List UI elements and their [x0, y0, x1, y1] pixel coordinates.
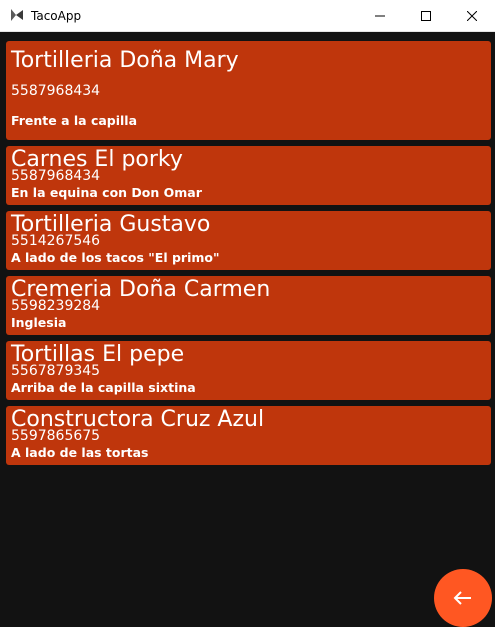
contact-card[interactable]: Tortillas El pepe 5567879345 Arriba de l… — [6, 341, 491, 400]
contact-name: Tortilleria Doña Mary — [11, 48, 239, 73]
contact-address: En la equina con Don Omar — [11, 185, 202, 200]
contact-phone: 5597865675 — [11, 428, 101, 444]
minimize-button[interactable] — [357, 0, 403, 31]
close-button[interactable] — [449, 0, 495, 31]
contact-phone: 5587968434 — [11, 168, 101, 184]
contact-card[interactable]: Carnes El porky 5587968434 En la equina … — [6, 146, 491, 205]
contact-address: Inglesia — [11, 315, 67, 330]
arrow-left-icon — [453, 591, 471, 605]
minimize-icon — [375, 15, 385, 16]
close-icon — [467, 10, 477, 21]
contact-card[interactable]: Constructora Cruz Azul 5597865675 A lado… — [6, 406, 491, 465]
title-bar: TacoApp — [0, 0, 495, 32]
contact-card[interactable]: Cremeria Doña Carmen 5598239284 Inglesia — [6, 276, 491, 335]
window-title: TacoApp — [31, 9, 82, 23]
contact-address: Frente a la capilla — [11, 113, 138, 128]
maximize-icon — [421, 10, 431, 21]
contact-address: A lado de los tacos "El primo" — [11, 250, 220, 265]
back-fab-button[interactable] — [434, 569, 492, 627]
contact-phone: 5587968434 — [11, 83, 101, 99]
contact-card[interactable]: Tortilleria Gustavo 5514267546 A lado de… — [6, 211, 491, 270]
contact-card[interactable]: Tortilleria Doña Mary 5587968434 Frente … — [6, 41, 491, 140]
contact-phone: 5514267546 — [11, 233, 101, 249]
contact-phone: 5567879345 — [11, 363, 101, 379]
maximize-button[interactable] — [403, 0, 449, 31]
contact-phone: 5598239284 — [11, 298, 101, 314]
contact-address: A lado de las tortas — [11, 445, 149, 460]
contact-address: Arriba de la capilla sixtina — [11, 380, 196, 395]
app-logo-icon — [11, 9, 23, 21]
